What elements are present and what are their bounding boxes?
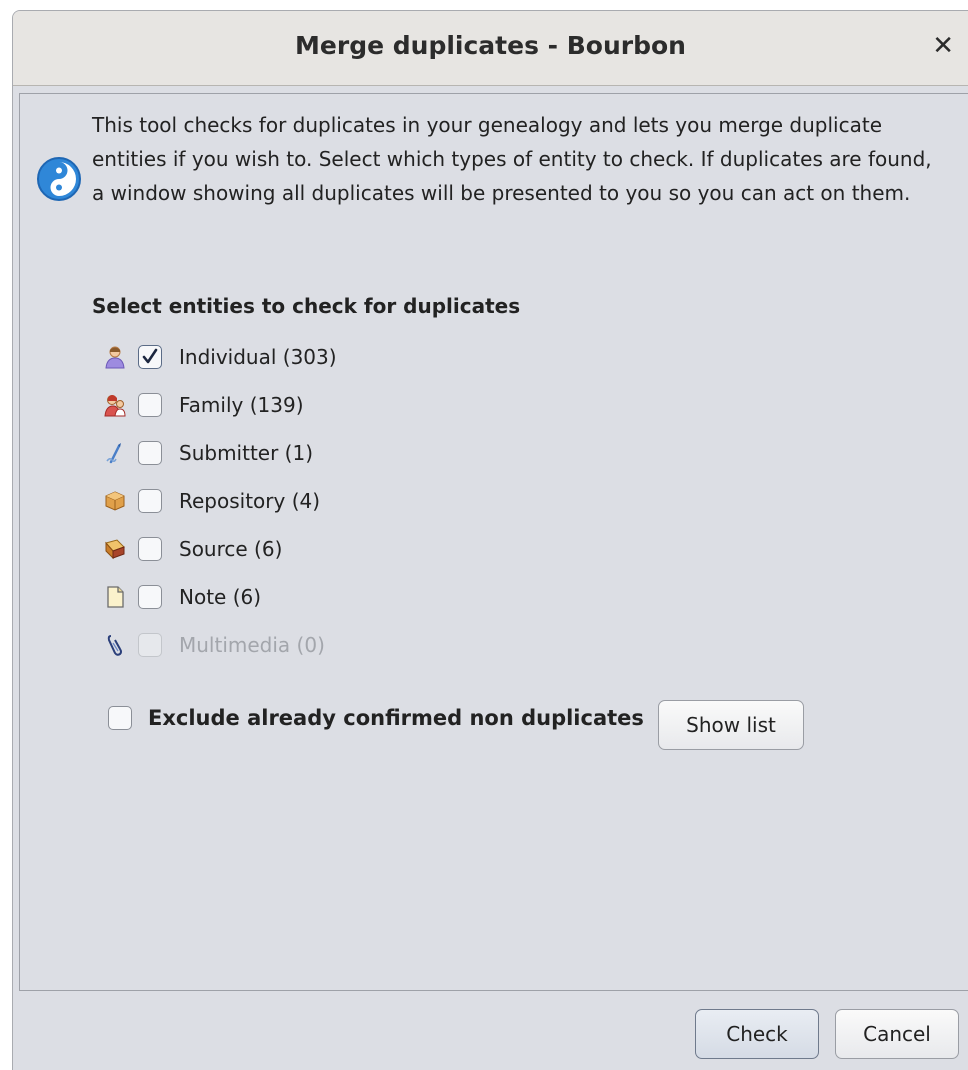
- source-label: Source (6): [179, 537, 283, 561]
- description-text: This tool checks for duplicates in your …: [92, 113, 932, 205]
- source-icon: [102, 536, 128, 562]
- multimedia-checkbox: [138, 633, 162, 657]
- individual-label: Individual (303): [179, 345, 337, 369]
- note-icon: [102, 584, 128, 610]
- entity-row-note[interactable]: Note (6): [102, 580, 261, 614]
- section-title: Select entities to check for duplicates: [92, 294, 521, 318]
- dialog-title: Merge duplicates - Bourbon: [295, 31, 686, 60]
- entity-row-family[interactable]: Family (139): [102, 388, 304, 422]
- cancel-button[interactable]: Cancel: [835, 1009, 959, 1059]
- submitter-label: Submitter (1): [179, 441, 314, 465]
- entity-row-source[interactable]: Source (6): [102, 532, 282, 566]
- multimedia-label: Multimedia (0): [179, 633, 325, 657]
- entity-row-multimedia: Multimedia (0): [102, 628, 325, 662]
- exclude-label: Exclude already confirmed non duplicates: [148, 706, 644, 730]
- exclude-row[interactable]: Exclude already confirmed non duplicates: [108, 706, 644, 730]
- family-label: Family (139): [179, 393, 304, 417]
- entity-row-repository[interactable]: Repository (4): [102, 484, 320, 518]
- family-icon: [102, 392, 128, 418]
- multimedia-icon: [102, 632, 128, 658]
- dialog-content: This tool checks for duplicates in your …: [19, 93, 968, 991]
- note-checkbox[interactable]: [138, 585, 162, 609]
- individual-icon: [102, 344, 128, 370]
- submitter-checkbox[interactable]: [138, 441, 162, 465]
- info-icon: [37, 157, 81, 201]
- exclude-checkbox[interactable]: [108, 706, 132, 730]
- repository-label: Repository (4): [179, 489, 321, 513]
- individual-checkbox[interactable]: [138, 345, 162, 369]
- repository-icon: [102, 488, 128, 514]
- entity-row-individual[interactable]: Individual (303): [102, 340, 337, 374]
- note-label: Note (6): [179, 585, 262, 609]
- entity-row-submitter[interactable]: Submitter (1): [102, 436, 313, 470]
- merge-duplicates-dialog: Merge duplicates - Bourbon ✕ This tool c…: [12, 10, 968, 1070]
- show-list-button[interactable]: Show list: [658, 700, 804, 750]
- close-icon[interactable]: ✕: [932, 31, 954, 61]
- submitter-icon: [102, 440, 128, 466]
- family-checkbox[interactable]: [138, 393, 162, 417]
- repository-checkbox[interactable]: [138, 489, 162, 513]
- check-button[interactable]: Check: [695, 1009, 819, 1059]
- source-checkbox[interactable]: [138, 537, 162, 561]
- title-bar: Merge duplicates - Bourbon ✕: [13, 11, 968, 86]
